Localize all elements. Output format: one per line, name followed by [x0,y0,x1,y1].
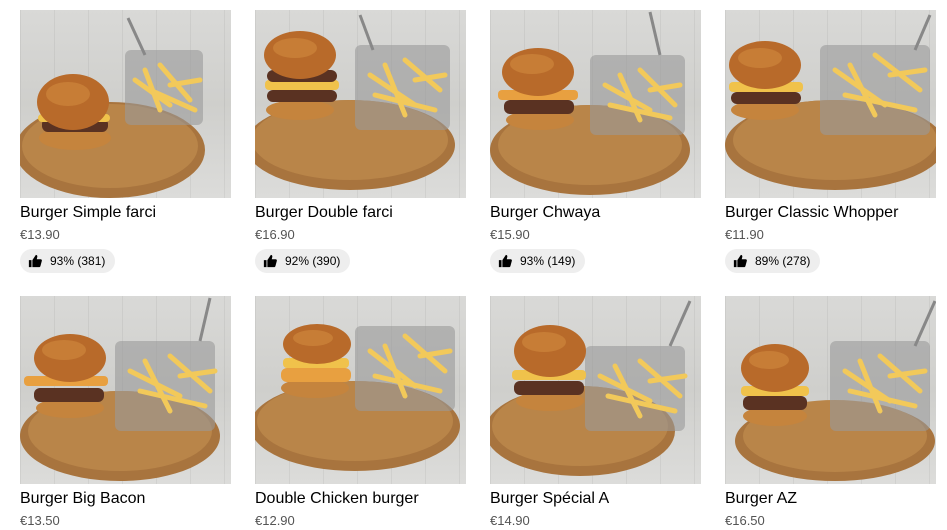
thumbs-up-icon [733,254,747,268]
item-price: €16.50 [725,513,765,528]
item-price: €13.90 [20,227,60,242]
item-name: Burger AZ [725,490,798,507]
burger-fries-photo[interactable] [255,296,466,484]
menu-item-card[interactable]: Burger AZ €16.50 [725,296,936,528]
burger-fries-photo[interactable] [490,10,701,198]
item-name: Double Chicken burger [255,490,419,507]
burger-fries-photo[interactable] [20,10,231,198]
burger-fries-photo[interactable] [725,296,936,484]
item-price: €11.90 [725,227,764,242]
rating-badge: 92% (390) [255,249,351,273]
burger-fries-photo[interactable] [255,10,466,198]
burger-fries-photo[interactable] [20,296,231,484]
rating-badge: 93% (149) [490,249,586,273]
menu-item-card[interactable]: Burger Spécial A €14.90 [490,296,701,528]
item-price: €16.90 [255,227,295,242]
rating-badge: 93% (381) [20,249,116,273]
thumbs-up-icon [263,254,277,268]
item-name: Burger Spécial A [490,490,610,507]
rating-text: 92% (390) [285,254,341,268]
item-price: €15.90 [490,227,530,242]
rating-text: 89% (278) [755,254,811,268]
menu-item-card[interactable]: Burger Chwaya €15.90 93% (149) [490,10,701,296]
item-price: €13.50 [20,513,60,528]
thumbs-up-icon [28,254,42,268]
rating-text: 93% (149) [520,254,576,268]
menu-item-card[interactable]: Burger Classic Whopper €11.90 89% (278) [725,10,936,296]
menu-grid: Burger Simple farci €13.90 93% (381) Bur… [20,10,936,528]
rating-text: 93% (381) [50,254,106,268]
menu-item-card[interactable]: Double Chicken burger €12.90 [255,296,466,528]
item-name: Burger Chwaya [490,204,601,221]
item-name: Burger Double farci [255,204,393,221]
burger-fries-photo[interactable] [490,296,701,484]
thumbs-up-icon [498,254,512,268]
menu-item-card[interactable]: Burger Simple farci €13.90 93% (381) [20,10,231,296]
menu-item-card[interactable]: Burger Big Bacon €13.50 [20,296,231,528]
item-name: Burger Classic Whopper [725,204,899,221]
item-name: Burger Big Bacon [20,490,146,507]
item-name: Burger Simple farci [20,204,157,221]
rating-badge: 89% (278) [725,249,821,273]
item-price: €12.90 [255,513,295,528]
item-price: €14.90 [490,513,530,528]
burger-fries-photo[interactable] [725,10,936,198]
menu-item-card[interactable]: Burger Double farci €16.90 92% (390) [255,10,466,296]
